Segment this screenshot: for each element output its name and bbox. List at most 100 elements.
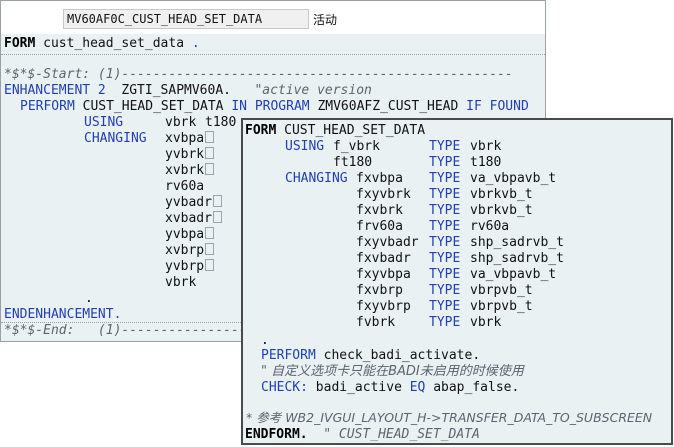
changing-param-type: vbrk: [470, 315, 502, 330]
changing-param: yvbadr: [165, 195, 222, 211]
changing-param: yvbrp: [165, 259, 215, 275]
program-name: ZMV60AFZ_CUST_HEAD: [317, 99, 459, 114]
changing-param-name: fxyvbrk: [356, 187, 411, 202]
param-box[interactable]: [212, 195, 222, 207]
form-dot: .: [191, 36, 200, 51]
param-box[interactable]: [205, 131, 215, 143]
start-comment: *$*$-Start: (1)-------------------------…: [4, 67, 513, 82]
perform-name: CUST_HEAD_SET_DATA: [82, 99, 224, 114]
changing-param-name: fxyvbpa: [356, 267, 411, 282]
changing-param-type: vbrkvb_t: [470, 203, 533, 218]
param-box[interactable]: [205, 163, 215, 175]
changing-param: xvbrk: [165, 163, 215, 179]
perform-keyword: PERFORM: [261, 348, 316, 363]
status-label: 活动: [313, 13, 338, 27]
code-line-perform: PERFORM check_badi_activate.: [261, 348, 480, 364]
chinese-comment: " 自定义选项卡只能在BADI未启用的时候使用: [261, 364, 524, 379]
changing-param: yvbrk: [165, 147, 215, 163]
enhancement-comment: "active version: [254, 83, 372, 98]
using-param-type: vbrk: [470, 139, 502, 154]
separator: [1, 54, 545, 55]
using-param-name: ft180: [333, 155, 373, 170]
using-keyword: USING: [84, 115, 124, 130]
changing-param-type: shp_sadrvb_t: [470, 235, 564, 250]
type-keyword: TYPE: [429, 315, 461, 330]
type-keyword: TYPE: [429, 251, 461, 266]
changing-param-type: vbrpvb_t: [470, 299, 533, 314]
type-keyword: TYPE: [429, 235, 461, 250]
changing-param-type: va_vbpavb_t: [470, 267, 557, 282]
perform-keyword: PERFORM: [20, 99, 75, 114]
changing-param-name: fxvbrk: [356, 203, 403, 218]
enhancement-keyword: ENHANCEMENT: [4, 83, 91, 98]
changing-param: xvbadr: [165, 211, 222, 227]
check-variable: badi_active: [315, 380, 402, 395]
endenhancement-keyword: ENDENHANCEMENT.: [4, 307, 122, 322]
changing-param-name: frv60a: [356, 219, 403, 234]
statement-dot: .: [261, 333, 269, 348]
using-param-type: t180: [470, 155, 502, 170]
param-box[interactable]: [212, 211, 222, 223]
type-keyword: TYPE: [429, 187, 461, 202]
using-keyword: USING: [285, 139, 325, 154]
changing-keyword: CHANGING: [285, 171, 348, 186]
code-line-perform: PERFORM CUST_HEAD_SET_DATA IN PROGRAM ZM…: [20, 99, 529, 115]
changing-param-type: va_vbpavb_t: [470, 171, 557, 186]
code-line-enhancement: ENHANCEMENT 2 ZGTI_SAPMV60A. "active ver…: [4, 83, 372, 99]
check-keyword: CHECK:: [261, 380, 308, 395]
changing-param: rv60a: [165, 179, 205, 194]
changing-param-type: vbrkvb_t: [470, 187, 533, 202]
enhancement-number: 2: [97, 83, 106, 98]
popup-code-editor[interactable]: FORM CUST_HEAD_SET_DATA USING f_vbrk TYP…: [241, 118, 673, 445]
changing-param-type: vbrpvb_t: [470, 283, 533, 298]
using-param: t180: [205, 115, 237, 130]
changing-param-name: fxyvbadr: [356, 235, 419, 250]
type-keyword: TYPE: [429, 171, 461, 186]
form-name: CUST_HEAD_SET_DATA: [284, 123, 426, 138]
changing-param-type: rv60a: [470, 219, 510, 234]
endform-keyword: ENDFORM.: [245, 427, 308, 442]
reference-comment: * 参考 WB2_IVGUI_LAYOUT_H->TRANSFER_DATA_T…: [246, 410, 653, 425]
eq-keyword: EQ: [409, 380, 426, 395]
using-param-name: f_vbrk: [333, 139, 380, 154]
check-value: abap_false.: [433, 380, 520, 395]
form-keyword: FORM: [245, 123, 277, 138]
type-keyword: TYPE: [429, 219, 461, 234]
type-keyword: TYPE: [429, 139, 461, 154]
in-program-keyword: IN PROGRAM: [231, 99, 310, 114]
changing-param: vbrk: [165, 275, 197, 290]
type-keyword: TYPE: [429, 155, 461, 170]
param-box[interactable]: [205, 259, 215, 271]
changing-param: xvbrp: [165, 243, 215, 259]
changing-param-name: fvbrk: [356, 315, 396, 330]
changing-param-name: fxvbadr: [356, 251, 411, 266]
param-box[interactable]: [205, 147, 215, 159]
changing-param: yvbpa: [165, 227, 215, 243]
changing-param-name: fxyvbrp: [356, 299, 411, 314]
using-param: vbrk: [165, 115, 197, 130]
if-found-keyword: IF FOUND: [466, 99, 529, 114]
form-keyword: FORM: [4, 36, 36, 51]
form-name: cust_head_set_data: [43, 36, 185, 51]
type-keyword: TYPE: [429, 203, 461, 218]
endform-comment: " CUST_HEAD_SET_DATA: [323, 427, 480, 442]
changing-keyword: CHANGING: [84, 131, 147, 146]
param-box[interactable]: [205, 243, 215, 255]
changing-param-type: shp_sadrvb_t: [470, 251, 564, 266]
statement-dot: .: [85, 291, 93, 306]
type-keyword: TYPE: [429, 283, 461, 298]
code-line-form: FORM cust_head_set_data .: [4, 36, 200, 52]
type-keyword: TYPE: [429, 267, 461, 282]
editor-header: MV60AF0C_CUST_HEAD_SET_DATA 活动: [0, 0, 546, 34]
param-box[interactable]: [205, 227, 215, 239]
changing-param-name: fxvbpa: [356, 171, 403, 186]
type-keyword: TYPE: [429, 299, 461, 314]
changing-param: xvbpa: [165, 131, 215, 147]
code-line-form: FORM CUST_HEAD_SET_DATA: [245, 123, 425, 139]
program-name-field[interactable]: MV60AF0C_CUST_HEAD_SET_DATA: [63, 9, 309, 29]
perform-target: check_badi_activate.: [323, 348, 481, 363]
code-line-endform: ENDFORM. " CUST_HEAD_SET_DATA: [245, 427, 480, 443]
changing-param-name: fxvbrp: [356, 283, 403, 298]
enhancement-name: ZGTI_SAPMV60A.: [121, 83, 231, 98]
code-line-check: CHECK: badi_active EQ abap_false.: [261, 380, 519, 396]
